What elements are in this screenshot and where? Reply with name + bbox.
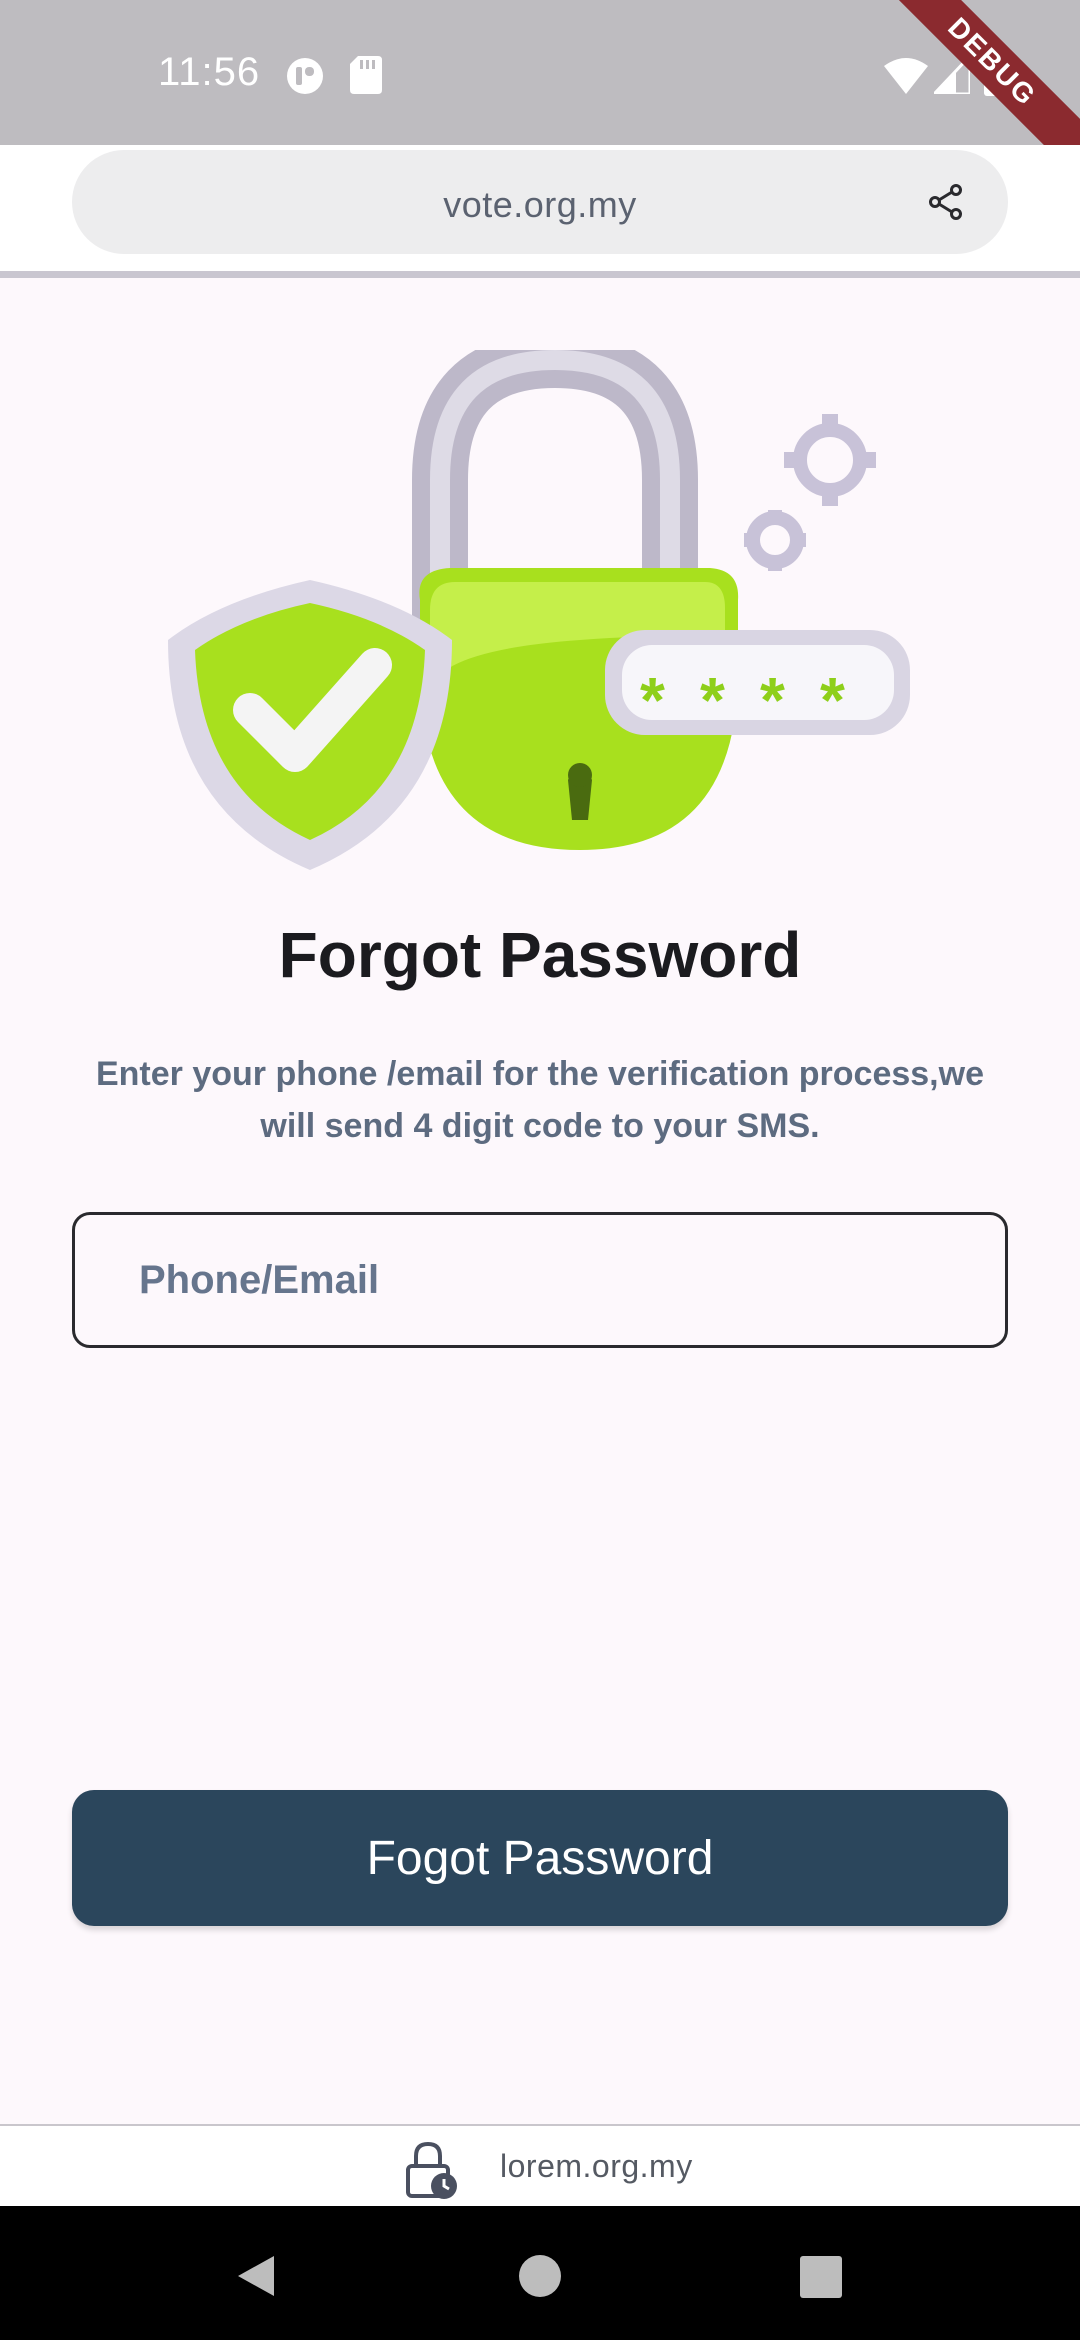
padlock-shield-illustration: * * * *: [168, 350, 910, 870]
forgot-password-button[interactable]: Fogot Password: [72, 1790, 1008, 1926]
svg-text:*: *: [700, 664, 725, 736]
svg-text:*: *: [760, 664, 785, 736]
svg-text:*: *: [640, 664, 665, 736]
phone-email-input[interactable]: [139, 1215, 959, 1345]
phone-email-field[interactable]: [72, 1212, 1008, 1348]
progress-divider: [0, 271, 1080, 278]
browser-toolbar: vote.org.my: [0, 145, 1080, 275]
sd-card-icon: [350, 56, 382, 94]
status-time: 11:56: [158, 50, 261, 94]
svg-text:*: *: [820, 664, 845, 736]
wifi-icon: [884, 58, 928, 94]
page-title: Forgot Password: [278, 919, 802, 991]
media-icon: [287, 58, 323, 94]
home-icon[interactable]: [518, 2254, 562, 2298]
footer-bar: lorem.org.my: [0, 2126, 1080, 2206]
url-bar[interactable]: vote.org.my: [72, 150, 1008, 254]
back-icon[interactable]: [236, 2254, 276, 2298]
system-nav-bar: [0, 2206, 1080, 2340]
recents-icon[interactable]: [800, 2256, 842, 2298]
lock-clock-icon: [406, 2141, 457, 2199]
page-subtitle: Enter your phone /email for the verifica…: [95, 1055, 984, 1145]
url-text: vote.org.my: [443, 184, 637, 225]
share-icon[interactable]: [928, 184, 964, 220]
status-bar: 11:56 DEBUG: [0, 0, 1080, 184]
footer-url: lorem.org.my: [500, 2148, 693, 2184]
